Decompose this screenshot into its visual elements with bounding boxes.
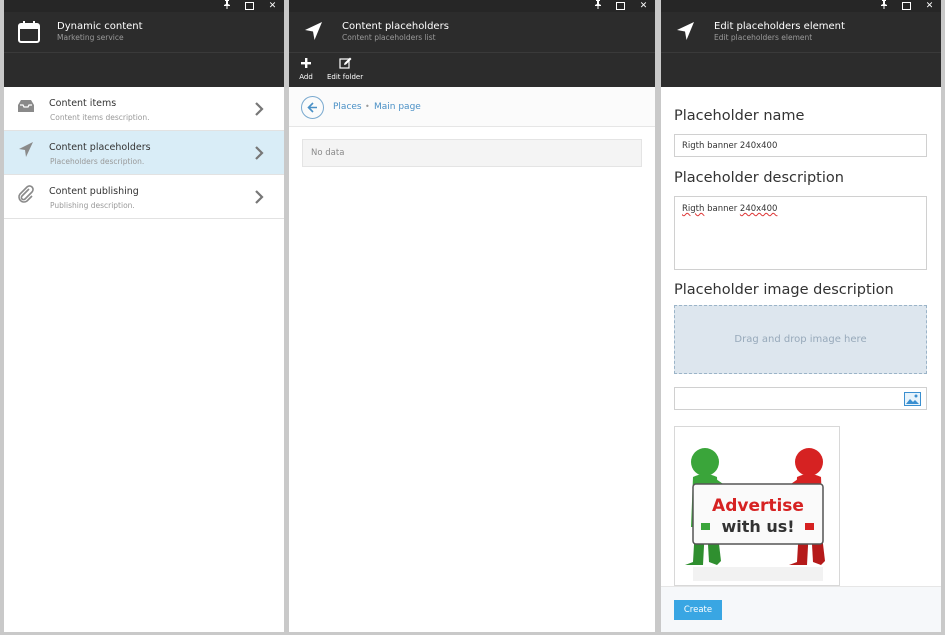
list-item-description: Content items description. [50,113,150,122]
plus-icon [299,57,313,71]
edit-form: Placeholder name Placeholder description… [661,86,941,586]
close-icon[interactable]: ✕ [632,0,655,12]
edit-folder-label: Edit folder [327,73,364,81]
pane-subtitle: Marketing service [57,33,124,42]
image-preview: Advertise with us! [674,426,840,586]
chevron-right-icon [255,102,264,116]
window-bar: ✕ [289,0,655,12]
preview-line2: with us! [721,517,794,536]
list-item-label: Content placeholders [49,142,151,153]
pin-icon[interactable] [872,0,895,12]
list-item-description: Publishing description. [50,201,135,210]
content-placeholders-pane: ✕ Content placeholders Content placehold… [289,0,655,632]
placeholder-description-textarea[interactable]: Rigth banner 240x400 [674,196,927,270]
list-item-content-items[interactable]: Content items Content items description. [4,87,284,131]
window-bar: ✕ [661,0,941,12]
edit-placeholder-pane: ✕ Edit placeholders element Edit placeho… [661,0,941,632]
chevron-right-icon [255,190,264,204]
add-button[interactable]: Add [299,53,313,87]
pane-header: Edit placeholders element Edit placehold… [661,12,941,87]
edit-folder-button[interactable]: Edit folder [327,53,363,87]
pin-icon[interactable] [215,0,238,12]
maximize-icon[interactable] [895,0,918,12]
list-item-label: Content items [49,98,117,109]
description-word: banner [704,204,740,214]
placeholder-name-input[interactable] [674,134,927,157]
breadcrumb: Places • Main page [289,87,655,127]
create-button[interactable]: Create [674,600,722,620]
maximize-icon[interactable] [609,0,632,12]
maximize-icon[interactable] [238,0,261,12]
edit-icon [338,57,352,71]
image-icon[interactable] [904,392,921,406]
inbox-icon [18,100,34,112]
paperclip-icon [18,185,34,203]
image-url-input[interactable] [674,387,927,410]
location-arrow-icon [19,142,33,157]
pane-title: Dynamic content [57,21,143,32]
description-word: Rigth [682,204,705,214]
form-footer: Create [661,586,941,632]
close-icon[interactable]: ✕ [261,0,284,12]
empty-state: No data [302,139,642,167]
list-item-content-placeholders[interactable]: Content placeholders Placeholders descri… [4,131,284,175]
pane-header: Dynamic content Marketing service [4,12,284,87]
arrow-left-icon [307,102,317,113]
placeholder-image-label: Placeholder image description [674,282,894,298]
location-arrow-icon [677,22,694,40]
content-list: Content items Content items description.… [4,87,284,219]
list-item-description: Placeholders description. [50,157,145,166]
pin-icon[interactable] [586,0,609,12]
window-bar: ✕ [4,0,284,12]
image-dropzone[interactable]: Drag and drop image here [674,305,927,374]
chevron-right-icon [255,146,264,160]
pane-subtitle: Edit placeholders element [714,33,813,42]
advertise-illustration: Advertise with us! [685,448,825,581]
pane-subtitle: Content placeholders list [342,33,436,42]
pane-title: Edit placeholders element [714,21,845,32]
add-label: Add [299,73,313,81]
breadcrumb-places[interactable]: Places [333,102,362,112]
back-button[interactable] [301,96,324,119]
breadcrumb-main-page[interactable]: Main page [374,102,421,112]
calendar-icon [18,21,40,43]
breadcrumb-separator: • [365,102,370,111]
close-icon[interactable]: ✕ [918,0,941,12]
pane-header: Content placeholders Content placeholder… [289,12,655,87]
placeholder-name-label: Placeholder name [674,108,805,124]
dynamic-content-pane: ✕ Dynamic content Marketing service Cont… [4,0,284,632]
placeholder-description-label: Placeholder description [674,170,844,186]
preview-line1: Advertise [712,496,804,516]
list-item-content-publishing[interactable]: Content publishing Publishing descriptio… [4,175,284,219]
list-item-label: Content publishing [49,186,139,197]
pane-title: Content placeholders [342,21,449,32]
toolbar: Add Edit folder [289,53,655,87]
location-arrow-icon [305,22,322,40]
description-word: 240x400 [739,204,778,214]
